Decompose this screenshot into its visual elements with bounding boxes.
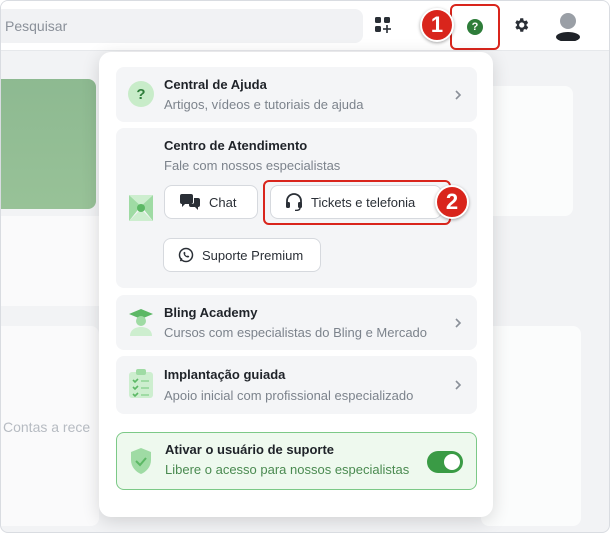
suporte-premium-button[interactable]: Suporte Premium [163, 238, 321, 272]
central-ajuda-title: Central de Ajuda [164, 77, 267, 92]
avatar[interactable] [554, 11, 582, 42]
chevron-right-icon [455, 318, 462, 328]
suporte-toggle-title: Ativar o usuário de suporte [165, 442, 335, 457]
step-badge-1: 1 [420, 8, 454, 42]
implantacao-guiada-item[interactable]: Implantação guiada Apoio inicial com pro… [116, 356, 477, 414]
whatsapp-icon [178, 247, 194, 263]
background-banner [1, 79, 96, 209]
centro-atendimento-section: Centro de Atendimento Fale com nossos es… [116, 128, 477, 288]
chat-icon [180, 194, 200, 210]
gear-icon[interactable] [509, 13, 533, 37]
background-panel [1, 216, 99, 306]
search-placeholder: Pesquisar [5, 18, 68, 34]
help-dropdown: ? Central de Ajuda Artigos, vídeos e tut… [99, 52, 493, 517]
toggle-knob [444, 454, 460, 470]
bling-academy-title: Bling Academy [164, 305, 258, 320]
suporte-premium-label: Suporte Premium [202, 247, 304, 263]
clipboard-checklist-icon [128, 369, 154, 404]
chat-label: Chat [209, 194, 237, 210]
suporte-user-toggle[interactable] [427, 451, 463, 473]
bling-academy-item[interactable]: Bling Academy Cursos com especialistas d… [116, 295, 477, 350]
background-card [481, 326, 581, 526]
chat-button[interactable]: Chat [164, 185, 258, 219]
tickets-highlight [263, 180, 451, 225]
centro-atendimento-subtitle: Fale com nossos especialistas [164, 158, 341, 173]
chevron-right-icon [455, 90, 462, 100]
step-badge-2: 2 [435, 185, 469, 219]
suporte-toggle-subtitle: Libere o acesso para nossos especialista… [165, 462, 410, 477]
implantacao-title: Implantação guiada [164, 367, 286, 382]
shield-check-icon [129, 447, 153, 480]
help-button[interactable]: ? [450, 4, 500, 50]
help-icon: ? [467, 19, 483, 35]
chevron-right-icon [455, 380, 462, 390]
apps-icon[interactable] [371, 13, 395, 37]
help-circle-icon: ? [128, 81, 154, 107]
academy-icon [128, 308, 154, 341]
support-agent-icon [128, 194, 154, 227]
central-ajuda-item[interactable]: ? Central de Ajuda Artigos, vídeos e tut… [116, 67, 477, 122]
background-card [481, 86, 573, 216]
background-text: Contas a rece [3, 419, 91, 435]
app-window: Contas a rece Pesquisar ? ? Central de A… [0, 0, 610, 533]
bling-academy-subtitle: Cursos com especialistas do Bling e Merc… [164, 325, 428, 340]
search-input[interactable]: Pesquisar [1, 9, 363, 43]
top-bar: Pesquisar ? [1, 1, 609, 51]
implantacao-subtitle: Apoio inicial com profissional especiali… [164, 388, 414, 403]
suporte-user-toggle-card: Ativar o usuário de suporte Libere o ace… [116, 432, 477, 490]
centro-atendimento-title: Centro de Atendimento [164, 138, 308, 153]
central-ajuda-subtitle: Artigos, vídeos e tutoriais de ajuda [164, 97, 364, 112]
